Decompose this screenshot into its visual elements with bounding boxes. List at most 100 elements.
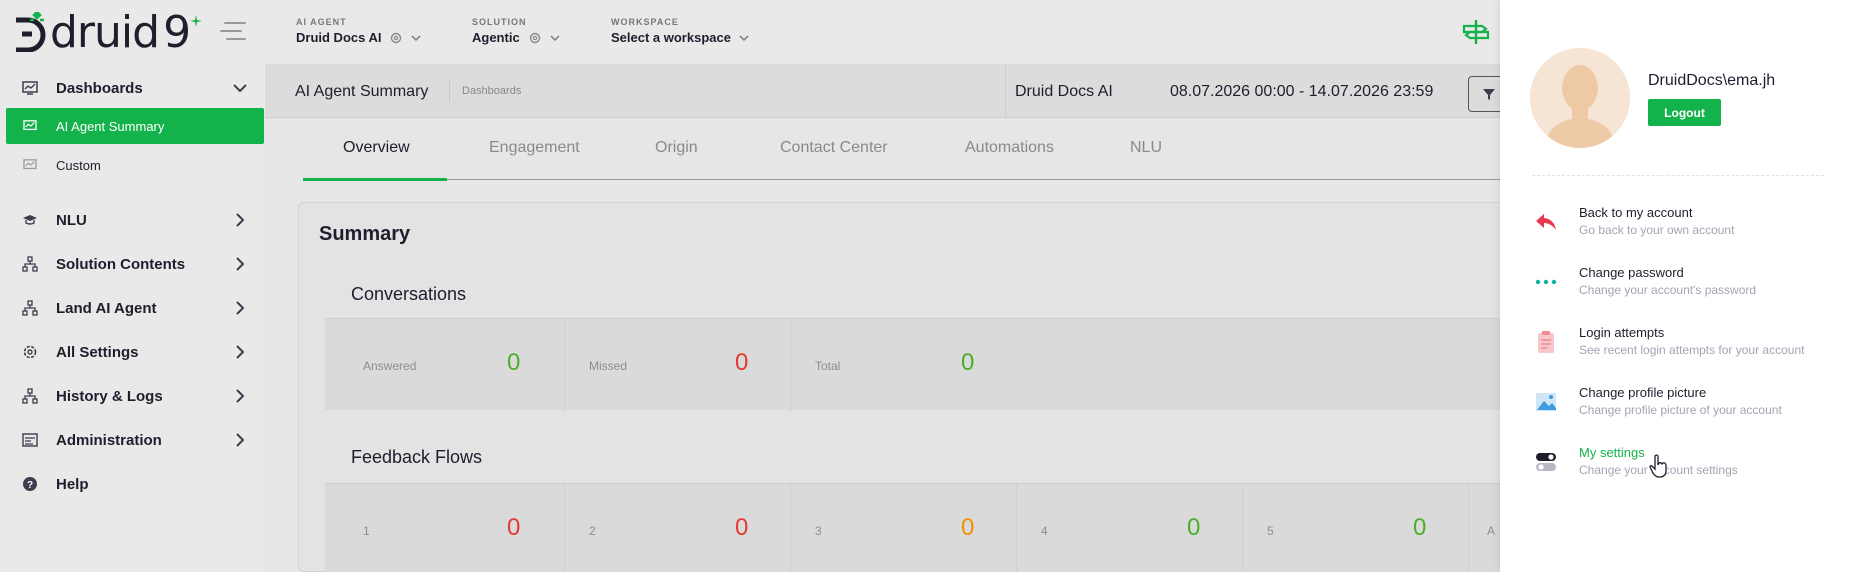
chevron-right-icon: [236, 345, 245, 359]
signpost-icon[interactable]: [1460, 18, 1492, 46]
chevron-down-icon: [233, 84, 247, 93]
chevron-right-icon: [236, 257, 245, 271]
sparkle-icon: [190, 15, 203, 27]
metric-total: Total 0: [791, 319, 1017, 411]
svg-text:?: ?: [27, 480, 33, 491]
sidebar-item-administration[interactable]: Administration: [6, 418, 264, 462]
solution-value: Agentic: [472, 30, 520, 45]
metric-label: 5: [1267, 524, 1274, 538]
metric-missed: Missed 0: [565, 319, 791, 411]
sidebar-item-nlu[interactable]: NLU: [6, 198, 264, 242]
feedback-metric-4: 4 0: [1017, 484, 1243, 572]
feedback-metric-1: 1 0: [325, 484, 565, 572]
sitemap-icon: [20, 254, 40, 274]
dashboard-icon: [20, 78, 40, 98]
solution-selector[interactable]: SOLUTION Agentic: [472, 17, 560, 45]
page-title: AI Agent Summary: [295, 83, 429, 100]
metric-value: 0: [507, 349, 521, 376]
gear-icon: [20, 342, 40, 362]
sidebar-item-dashboards[interactable]: Dashboards: [6, 66, 264, 110]
tab-automations[interactable]: Automations: [965, 139, 1054, 157]
filter-icon: [1482, 89, 1495, 100]
header-divider: [1005, 64, 1006, 118]
avatar[interactable]: [1530, 48, 1630, 148]
ai-agent-selector[interactable]: AI AGENT Druid Docs AI: [296, 17, 421, 45]
metric-label: Answered: [363, 359, 417, 373]
sidebar-item-solution-contents[interactable]: Solution Contents: [6, 242, 264, 286]
chevron-right-icon: [236, 301, 245, 315]
druid-logo-mark: [16, 12, 46, 52]
sidebar-item-label: Land AI Agent: [56, 299, 157, 317]
summary-card: Summary Conversations Answered 0 Missed …: [298, 202, 1508, 572]
sidebar-item-label: Solution Contents: [56, 255, 186, 273]
tab-contact-center[interactable]: Contact Center: [780, 139, 888, 157]
gear-icon[interactable]: [528, 31, 542, 45]
sitemap-icon: [20, 298, 40, 318]
chevron-right-icon: [236, 213, 245, 227]
graduation-cap-icon: [20, 210, 40, 230]
menu-item-my-settings[interactable]: My settings Change your account settings: [1535, 445, 1835, 489]
workspace-selector[interactable]: WORKSPACE Select a workspace: [611, 17, 749, 45]
sidebar-item-label: Dashboards: [56, 79, 143, 97]
account-panel: DruidDocs\ema.jh Logout Back to my accou…: [1500, 0, 1859, 572]
menu-item-title: Change profile picture: [1579, 385, 1707, 400]
metric-answered: Answered 0: [325, 319, 565, 411]
menu-item-title: Back to my account: [1579, 205, 1693, 220]
sidebar-item-label: History & Logs: [56, 387, 163, 405]
reply-arrow-icon: [1535, 211, 1557, 233]
menu-toggle-icon[interactable]: [220, 20, 246, 42]
metric-label: Missed: [589, 359, 628, 373]
metric-value: 0: [735, 349, 749, 376]
metric-value: 0: [961, 514, 975, 541]
chevron-right-icon: [236, 389, 245, 403]
tab-nlu[interactable]: NLU: [1130, 139, 1162, 157]
feedback-flows-title: Feedback Flows: [351, 447, 483, 467]
sitemap-icon: [20, 386, 40, 406]
sidebar-item-all-settings[interactable]: All Settings: [6, 330, 264, 374]
active-tab-indicator: [303, 178, 447, 181]
solution-caption: SOLUTION: [472, 17, 527, 27]
sidebar-item-custom[interactable]: Custom: [6, 145, 264, 185]
panel-divider: [1532, 175, 1824, 176]
menu-item-desc: Change your account's password: [1579, 283, 1757, 297]
sidebar-item-label: Administration: [56, 431, 162, 449]
metric-label: 1: [363, 524, 370, 538]
date-range[interactable]: 08.07.2026 00:00 - 14.07.2026 23:59: [1170, 83, 1433, 101]
menu-item-login-attempts[interactable]: Login attempts See recent login attempts…: [1535, 325, 1835, 369]
sidebar-item-land-ai-agent[interactable]: Land AI Agent: [6, 286, 264, 330]
logout-button[interactable]: Logout: [1648, 99, 1721, 126]
menu-item-desc: See recent login attempts for your accou…: [1579, 343, 1805, 357]
gear-icon[interactable]: [389, 31, 403, 45]
menu-item-desc: Go back to your own account: [1579, 223, 1735, 237]
menu-item-desc: Change profile picture of your account: [1579, 403, 1782, 417]
sidebar-item-ai-agent-summary[interactable]: AI Agent Summary: [6, 108, 264, 144]
feedback-metric-3: 3 0: [791, 484, 1017, 572]
logo-text: druid: [50, 6, 160, 58]
menu-item-change-profile-picture[interactable]: Change profile picture Change profile pi…: [1535, 385, 1835, 429]
toggle-icon: [1535, 451, 1557, 473]
sidebar-item-help[interactable]: ? Help: [6, 462, 264, 506]
sidebar-item-label: NLU: [56, 211, 87, 229]
breadcrumb[interactable]: Dashboards: [449, 80, 521, 102]
menu-item-back-to-account[interactable]: Back to my account Go back to your own a…: [1535, 205, 1835, 249]
metric-label: Total: [815, 359, 841, 373]
chevron-right-icon: [236, 433, 245, 447]
sidebar-item-history-logs[interactable]: History & Logs: [6, 374, 264, 418]
clipboard-icon: [1535, 331, 1557, 353]
menu-item-change-password[interactable]: Change password Change your account's pa…: [1535, 265, 1835, 309]
sidebar: Dashboards AI Agent Summary Custom NLU S…: [0, 64, 265, 572]
metric-value: 0: [1413, 514, 1427, 541]
menu-item-title: My settings: [1579, 445, 1645, 460]
chevron-down-icon: [550, 35, 560, 41]
ai-agent-caption: AI AGENT: [296, 17, 347, 27]
hand-cursor-icon: [1649, 454, 1667, 478]
druid-logo[interactable]: druid 9: [12, 7, 203, 58]
feedback-metric-5: 5 0: [1243, 484, 1469, 572]
tab-overview[interactable]: Overview: [343, 139, 410, 157]
tab-origin[interactable]: Origin: [655, 139, 698, 157]
metric-label: 2: [589, 524, 596, 538]
dashboard-tabs: Overview Engagement Origin Contact Cente…: [303, 118, 1500, 181]
metric-value: 0: [1187, 514, 1201, 541]
tab-engagement[interactable]: Engagement: [489, 139, 580, 157]
dashboard-icon: [20, 116, 40, 136]
